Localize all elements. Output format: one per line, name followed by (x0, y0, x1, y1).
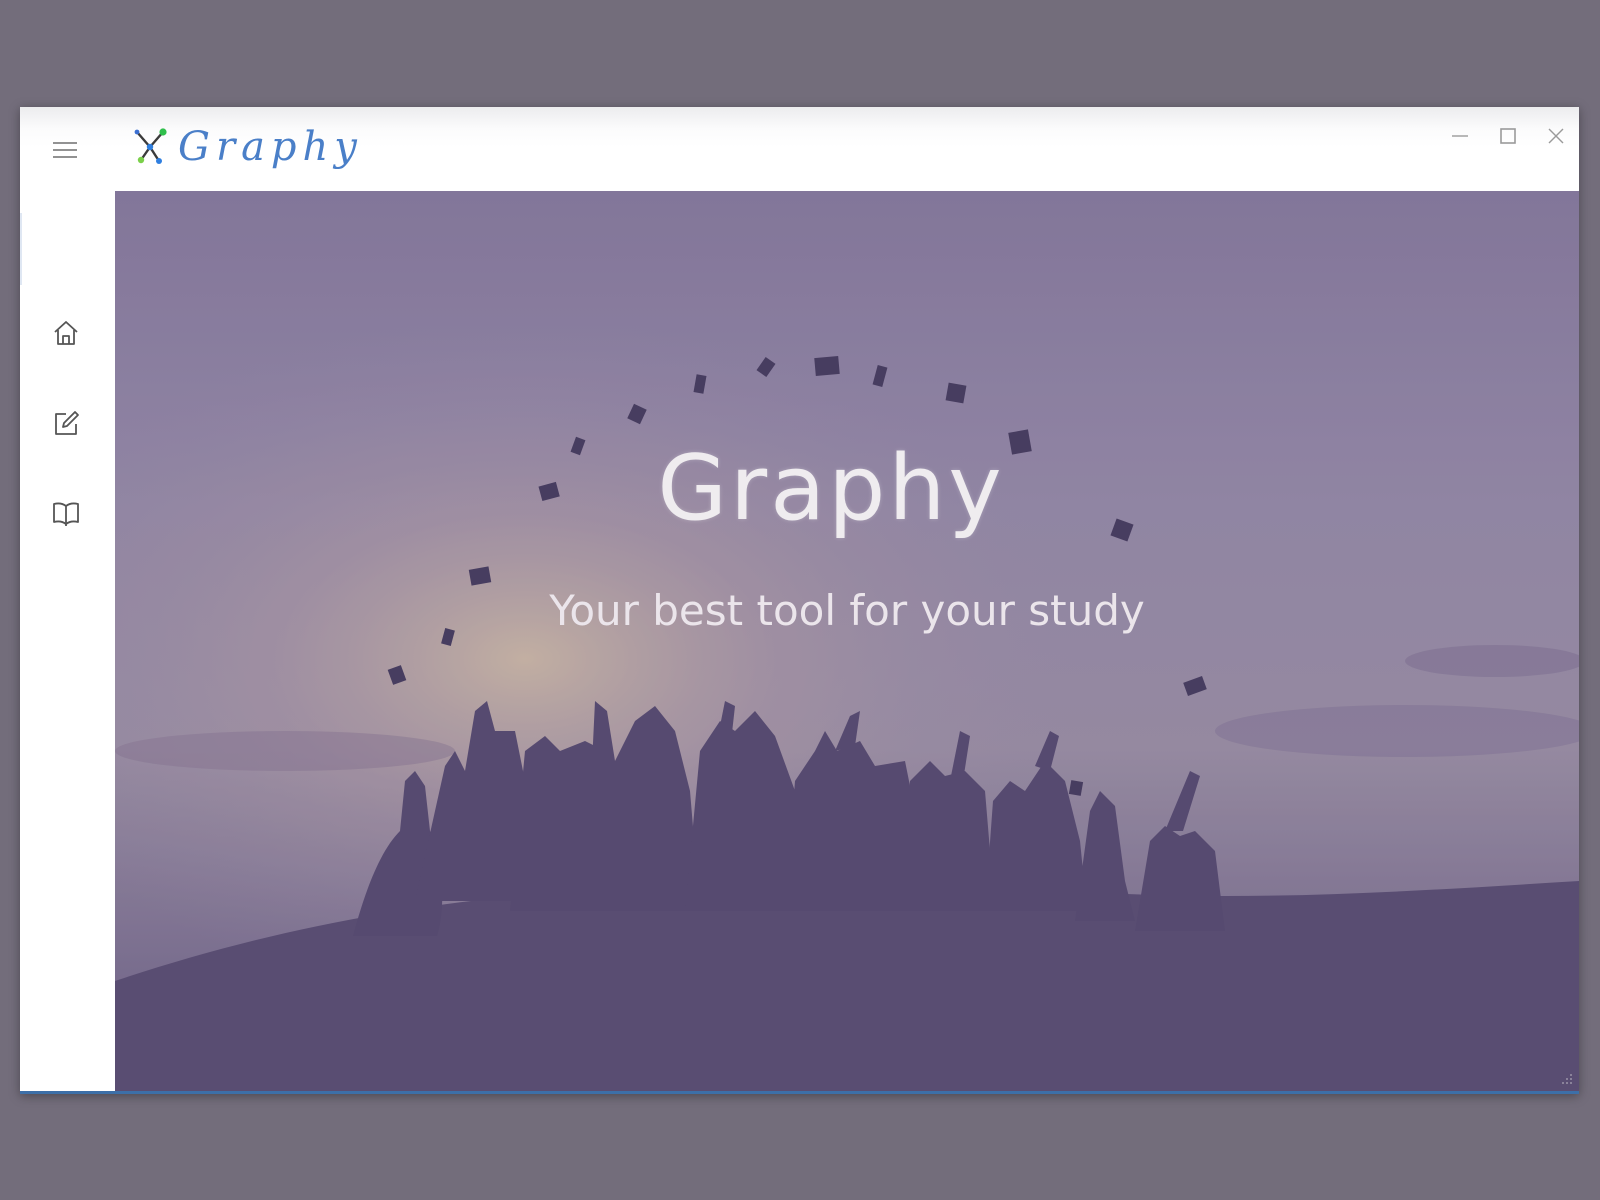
hamburger-menu-icon (53, 142, 77, 158)
graduation-silhouette-image (115, 191, 1579, 1091)
sidebar-item-edit[interactable] (48, 405, 84, 441)
sidebar-item-home[interactable] (48, 315, 84, 351)
hero-subtitle: Your best tool for your study (549, 586, 1145, 635)
minimize-icon (1452, 135, 1468, 137)
hero-title: Graphy (657, 436, 1005, 541)
close-icon (1548, 128, 1564, 144)
selected-indicator (20, 213, 22, 285)
sidebar (20, 191, 115, 1091)
hamburger-menu-button[interactable] (50, 135, 80, 165)
resize-grip-icon[interactable] (1559, 1071, 1573, 1085)
book-icon (53, 502, 79, 526)
graph-network-logo-icon (134, 128, 167, 164)
maximize-icon (1500, 128, 1516, 144)
maximize-button[interactable] (1493, 121, 1523, 151)
home-icon (54, 321, 78, 345)
close-button[interactable] (1541, 121, 1571, 151)
app-title: Graphy (178, 124, 363, 170)
app-logo: Graphy (132, 121, 363, 173)
app-window: Graphy Graphy Your best tool for your st… (20, 107, 1579, 1094)
hero-banner: Graphy Your best tool for your study (115, 191, 1579, 1091)
sidebar-item-book[interactable] (48, 495, 84, 531)
minimize-button[interactable] (1445, 121, 1475, 151)
edit-icon (55, 411, 79, 435)
title-bar[interactable]: Graphy (20, 107, 1579, 191)
